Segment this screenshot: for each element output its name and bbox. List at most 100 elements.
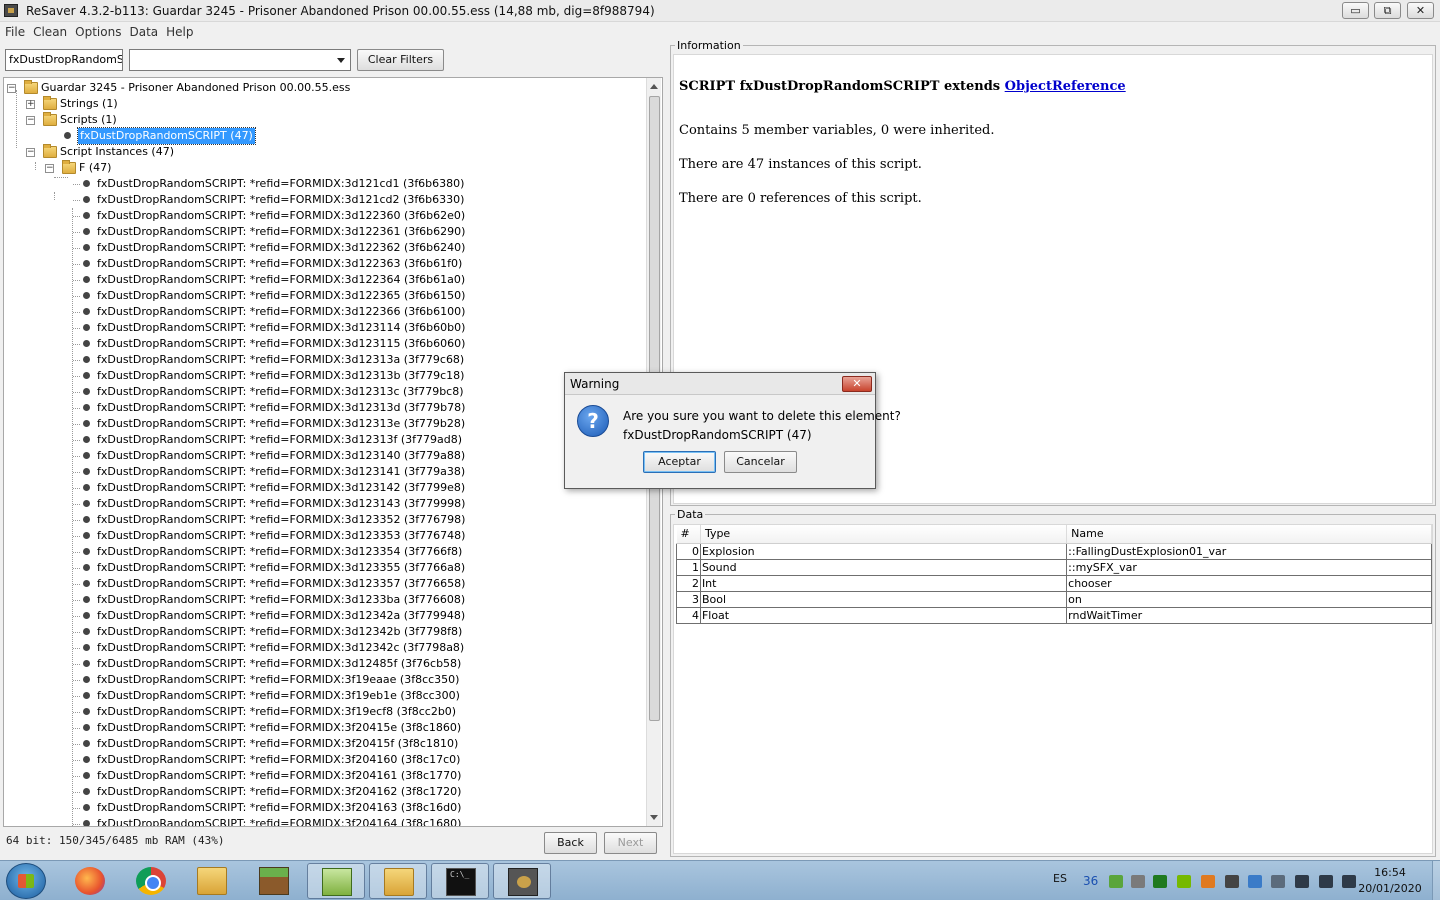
tree-connector (73, 616, 80, 617)
table-row[interactable]: 4 Float rndWaitTimer (676, 606, 1432, 624)
tree-connector (72, 208, 73, 826)
display-icon[interactable] (1248, 875, 1262, 888)
firefox-icon (75, 867, 105, 895)
accept-button[interactable]: Aceptar (643, 451, 716, 473)
clock[interactable]: 16:54 20/01/2020 (1350, 865, 1430, 897)
menu-options[interactable]: Options (71, 22, 125, 42)
back-button[interactable]: Back (544, 832, 597, 854)
app-tray-icon[interactable] (1201, 875, 1215, 888)
nvidia-icon[interactable] (1177, 875, 1191, 888)
network-tool-icon[interactable] (1131, 875, 1145, 888)
leaf-icon (83, 212, 90, 219)
dialog-close-button[interactable]: ✕ (842, 376, 872, 392)
leaf-icon (83, 180, 90, 187)
tree-connector (35, 162, 36, 170)
table-row[interactable]: 1 Sound::mySFX_var (676, 558, 1432, 576)
monitor-icon[interactable] (1153, 875, 1167, 888)
chevron-down-icon[interactable] (337, 58, 345, 63)
member-variables-text: Contains 5 member variables, 0 were inhe… (679, 123, 995, 138)
scroll-up-icon[interactable] (650, 84, 658, 89)
leaf-icon (83, 548, 90, 555)
tree-connector (73, 664, 80, 665)
expand-toggle[interactable]: + (26, 100, 35, 109)
table-row[interactable]: 3 Bool on (676, 590, 1432, 608)
filter-combo[interactable] (129, 49, 351, 71)
hardware-monitor-icon[interactable] (1225, 875, 1239, 888)
close-button[interactable]: ✕ (1407, 2, 1434, 19)
leaf-icon (83, 660, 90, 667)
row-type-cell: Bool (699, 590, 1068, 608)
tree-instance-label: fxDustDropRandomSCRIPT: *refid=FORMIDX:3… (97, 673, 460, 686)
filter-text-input[interactable]: fxDustDropRandomSCR (5, 49, 123, 71)
tree-instance-label: fxDustDropRandomSCRIPT: *refid=FORMIDX:3… (97, 705, 457, 718)
tree-connector (73, 472, 80, 473)
start-button[interactable] (6, 863, 46, 899)
row-name-cell: ::FallingDustExplosion01_var (1066, 542, 1432, 560)
collapse-toggle[interactable]: − (26, 148, 35, 157)
tree-connector (73, 712, 80, 713)
taskbar-explorer-2[interactable] (369, 863, 427, 899)
tree-instance-label: fxDustDropRandomSCRIPT: *refid=FORMIDX:3… (97, 737, 459, 750)
menu-file[interactable]: File (1, 22, 29, 42)
table-row[interactable]: 2 Int chooser (676, 574, 1432, 592)
table-row[interactable]: 0 Explosion::FallingDustExplosion01_var (676, 542, 1432, 560)
cancel-button[interactable]: Cancelar (724, 451, 797, 473)
tree-connector (73, 392, 80, 393)
leaf-icon (83, 420, 90, 427)
tree-connector (73, 344, 80, 345)
tree-instance-label: fxDustDropRandomSCRIPT: *refid=FORMIDX:3… (97, 177, 465, 190)
chrome-icon (136, 867, 166, 895)
dialog-message: Are you sure you want to delete this ele… (623, 407, 901, 445)
volume-icon[interactable] (1295, 875, 1309, 888)
tree-connector (73, 584, 80, 585)
menu-data[interactable]: Data (125, 22, 162, 42)
clear-filters-button[interactable]: Clear Filters (357, 49, 444, 71)
row-name-cell: ::mySFX_var (1066, 558, 1432, 576)
taskbar-explorer[interactable] (183, 863, 241, 899)
language-indicator[interactable]: ES (1053, 872, 1067, 885)
data-table: # Type Name 0 Explosion::FallingDustExplo… (676, 525, 1432, 624)
object-reference-link[interactable]: ObjectReference (1005, 79, 1126, 94)
leaf-icon (83, 644, 90, 651)
scroll-down-icon[interactable] (650, 815, 658, 820)
tree-instance-label: fxDustDropRandomSCRIPT: *refid=FORMIDX:3… (97, 305, 466, 318)
tree-connector (73, 184, 80, 185)
temperature-indicator[interactable]: 36 (1083, 874, 1098, 888)
taskbar-cmd[interactable]: C:\_ (431, 863, 489, 899)
tree-connector (73, 600, 80, 601)
taskbar-firefox[interactable] (61, 863, 119, 899)
collapse-toggle[interactable]: − (7, 84, 16, 93)
column-header-type[interactable]: Type (700, 525, 1068, 544)
menu-clean[interactable]: Clean (29, 22, 71, 42)
taskbar-minecraft[interactable] (245, 863, 303, 899)
taskbar-chrome[interactable] (122, 863, 180, 899)
network-icon[interactable] (1319, 875, 1333, 888)
tree-connector (73, 552, 80, 553)
minecraft-icon (259, 867, 289, 895)
folder-icon (24, 80, 38, 94)
restore-button[interactable]: ⧉ (1374, 2, 1401, 19)
menu-help[interactable]: Help (162, 22, 197, 42)
collapse-toggle[interactable]: − (45, 164, 54, 173)
tree-node-label-selected: fxDustDropRandomSCRIPT (47) (77, 127, 256, 145)
collapse-toggle[interactable]: − (26, 116, 35, 125)
next-button[interactable]: Next (604, 832, 657, 854)
tree-connector (73, 792, 80, 793)
utorrent-icon[interactable] (1109, 875, 1123, 888)
tree-instance-label: fxDustDropRandomSCRIPT: *refid=FORMIDX:3… (97, 513, 466, 526)
tree-connector (73, 808, 80, 809)
column-header-name[interactable]: Name (1066, 525, 1432, 544)
taskbar-notepadpp[interactable] (307, 863, 365, 899)
tree-instance-label: fxDustDropRandomSCRIPT: *refid=FORMIDX:3… (97, 433, 463, 446)
remote-icon[interactable] (1271, 875, 1285, 888)
tree-instance-label: fxDustDropRandomSCRIPT: *refid=FORMIDX:3… (97, 593, 466, 606)
tree-connector (73, 328, 80, 329)
show-desktop-button[interactable] (1432, 861, 1440, 900)
tree-instance-label: fxDustDropRandomSCRIPT: *refid=FORMIDX:3… (97, 465, 466, 478)
row-type-cell: Int (699, 574, 1068, 592)
minimize-button[interactable]: ▭ (1342, 2, 1369, 19)
tree-connector (54, 192, 55, 200)
taskbar-resaver[interactable] (493, 863, 551, 899)
column-header-index[interactable]: # (676, 525, 701, 544)
tree-instance-label: fxDustDropRandomSCRIPT: *refid=FORMIDX:3… (97, 497, 466, 510)
